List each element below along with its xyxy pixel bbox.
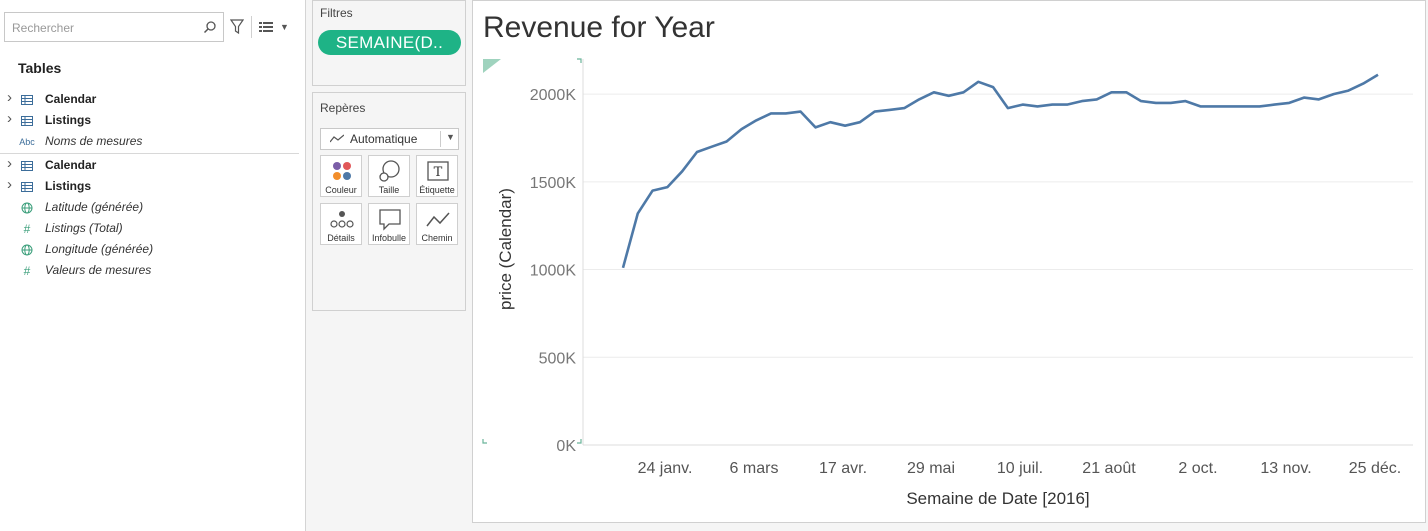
worksheet: Revenue for Year 0K 500K 1000K 1500K 2000K 24… [472,0,1426,523]
chevron-right-icon[interactable]: › [7,110,12,127]
detail-icon [330,211,354,228]
filter-icon[interactable] [230,19,244,35]
chevron-right-icon[interactable]: › [7,155,12,172]
field-label: Calendar [45,158,97,172]
data-pane: ▼ Tables › Calendar › Listings Abc Noms de me… [0,0,306,531]
field-item[interactable]: › Listings [0,110,305,131]
mark-type-label: Automatique [350,132,418,146]
y-tick-label: 2000K [530,87,577,104]
resize-corner-icon[interactable] [483,59,501,73]
corner-mark [577,439,582,444]
field-item[interactable]: › Calendar [0,89,305,110]
svg-text:T: T [434,165,443,180]
color-icon [333,162,351,180]
view-dropdown-icon[interactable]: ▼ [280,22,289,32]
hash-icon: # [23,263,31,278]
field-item[interactable]: › Listings [0,176,305,197]
field-item[interactable]: Latitude (générée) [0,197,305,218]
series-line[interactable] [621,73,1379,269]
search-box[interactable] [4,12,224,42]
field-label: Latitude (générée) [45,200,144,214]
corner-mark [577,58,582,63]
x-axis-title: Semaine de Date [2016] [906,489,1089,508]
x-tick-label: 10 juil. [997,460,1043,477]
chevron-right-icon[interactable]: › [7,176,12,193]
tooltip-button[interactable]: Infobulle [368,203,410,245]
corner-mark [482,439,487,444]
field-label: Longitude (générée) [45,242,154,256]
list-view-icon[interactable] [259,22,273,32]
x-tick-label: 13 nov. [1260,460,1311,477]
marks-title: Repères [320,101,366,115]
y-tick-label: 500K [539,350,577,367]
line-chart[interactable]: 0K 500K 1000K 1500K 2000K 24 janv. 6 mars 17 av… [473,1,1427,524]
field-label: Listings (Total) [45,221,123,235]
search-input[interactable] [10,14,204,42]
label-button[interactable]: T Étiquette [416,155,458,197]
line-chart-icon [330,134,344,143]
field-label: Calendar [45,92,97,106]
label-icon: T [427,161,449,181]
size-icon [379,160,400,182]
field-label: Valeurs de mesures [45,263,152,277]
chevron-right-icon[interactable]: › [7,89,12,106]
filters-title: Filtres [320,6,353,20]
table-icon [20,159,34,172]
detail-button[interactable]: Détails [320,203,362,245]
field-list: › Calendar › Listings Abc Noms de mesures › Cal… [0,89,305,281]
abc-icon: Abc [19,136,35,147]
marks-card: Repères Automatique ▼ Couleur Taille T É… [312,92,466,311]
mark-type-select[interactable]: Automatique ▼ [320,128,459,150]
search-icon[interactable] [203,20,217,34]
globe-icon [20,201,34,214]
y-tick-label: 1000K [530,263,577,280]
y-axis-title: price (Calendar) [496,188,515,310]
tooltip-icon [379,209,401,231]
x-tick-label: 29 mai [907,460,955,477]
field-label: Noms de mesures [45,134,143,148]
size-button[interactable]: Taille [368,155,410,197]
filters-card: Filtres SEMAINE(D.. [312,0,466,86]
x-tick-label: 24 janv. [638,460,693,477]
x-tick-label: 6 mars [730,460,779,477]
filter-pill-semaine[interactable]: SEMAINE(D.. [318,30,461,55]
globe-icon [20,243,34,256]
field-item[interactable]: › Calendar [0,155,305,176]
table-icon [20,93,34,106]
hash-icon: # [23,221,31,236]
x-tick-label: 25 déc. [1349,460,1401,477]
table-icon [20,114,34,127]
color-button[interactable]: Couleur [320,155,362,197]
field-label: Listings [45,113,92,127]
table-icon [20,180,34,193]
toolbar-divider [251,16,252,38]
field-divider [0,153,299,154]
field-item[interactable]: Abc Noms de mesures [0,131,305,152]
chevron-down-icon: ▼ [446,132,455,142]
field-item[interactable]: # Listings (Total) [0,218,305,239]
y-tick-label: 1500K [530,175,577,192]
path-button[interactable]: Chemin [416,203,458,245]
y-tick-label: 0K [556,438,576,455]
field-item[interactable]: Longitude (générée) [0,239,305,260]
path-icon [426,212,450,227]
select-divider [440,131,441,147]
tables-heading: Tables [18,60,62,76]
x-tick-label: 2 oct. [1178,460,1217,477]
x-tick-label: 17 avr. [819,460,867,477]
x-tick-label: 21 août [1082,460,1136,477]
field-item[interactable]: # Valeurs de mesures [0,260,305,281]
field-label: Listings [45,179,92,193]
